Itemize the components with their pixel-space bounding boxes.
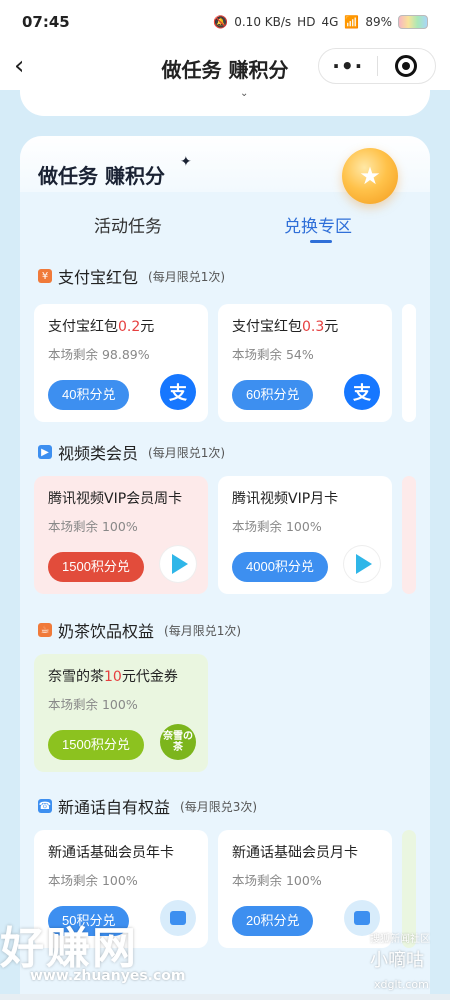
card-remaining: 本场剩余 98.89% xyxy=(48,347,150,362)
section-note: (每月限兑1次) xyxy=(148,445,226,460)
watermark-url: www.zhuanyes.com xyxy=(30,968,186,984)
battery-text: 89% xyxy=(365,15,392,29)
watermark-brand: 小嘀咕 xyxy=(370,950,424,971)
status-bar: 07:45 🔕 0.10 KB/s HD 4G 📶 89% xyxy=(0,0,450,44)
more-dots-icon[interactable]: ·•· xyxy=(319,54,377,78)
redeem-button[interactable]: 4000积分兑 xyxy=(232,552,328,582)
section-title: 视频类会员 xyxy=(58,444,139,463)
watermark-community: 搜狐新闻社区 xyxy=(370,934,430,945)
crown-icon xyxy=(160,900,196,936)
reward-card-peek[interactable] xyxy=(402,304,416,422)
reward-card[interactable]: 奈雪的茶10元代金券 本场剩余 100% 1500积分兑 奈雪の茶 xyxy=(34,654,208,772)
watermark-logo: 好赚网 xyxy=(0,923,138,974)
section-note: (每月限兑1次) xyxy=(148,269,226,284)
card-title: 新通话基础会员月卡 xyxy=(232,845,358,861)
chevron-down-icon: ⌄ xyxy=(240,88,249,99)
panel-title: 做任务 赚积分 xyxy=(38,164,165,188)
card-title: 奈雪的茶10元代金券 xyxy=(48,669,178,685)
section-header: ▶ 视频类会员 (每月限兑1次) xyxy=(38,440,225,464)
card-remaining: 本场剩余 100% xyxy=(48,519,138,534)
alipay-icon: 支 xyxy=(160,374,196,410)
card-remaining: 本场剩余 100% xyxy=(48,697,138,712)
card-title: 支付宝红包0.3元 xyxy=(232,319,339,335)
section-header: ¥ 支付宝红包 (每月限兑1次) xyxy=(38,264,225,288)
reward-card[interactable]: 腾讯视频VIP会员周卡 本场剩余 100% 1500积分兑 xyxy=(34,476,208,594)
section-title: 支付宝红包 xyxy=(58,268,139,287)
video-icon: ▶ xyxy=(38,445,52,459)
top-card: ⌄ xyxy=(20,84,430,116)
section-note: (每月限兑1次) xyxy=(164,623,242,638)
card-title: 支付宝红包0.2元 xyxy=(48,319,155,335)
reward-card[interactable]: 支付宝红包0.3元 本场剩余 54% 60积分兑 支 xyxy=(218,304,392,422)
call-icon: ☎ xyxy=(38,799,52,813)
tab-bar: 活动任务 兑换专区 xyxy=(20,212,430,252)
card-title: 新通话基础会员年卡 xyxy=(48,845,174,861)
reward-card[interactable]: 新通话基础会员月卡 本场剩余 100% 20积分兑 xyxy=(218,830,392,948)
task-panel: 做任务 赚积分 ✦ ★ 活动任务 兑换专区 ¥ 支付宝红包 (每月限兑1次) 支… xyxy=(20,136,430,1000)
tab-activity[interactable]: 活动任务 xyxy=(94,212,162,237)
red-packet-icon: ¥ xyxy=(38,269,52,283)
redeem-button[interactable]: 20积分兑 xyxy=(232,906,314,936)
section-title: 奶茶饮品权益 xyxy=(58,622,155,641)
tencent-video-icon xyxy=(160,546,196,582)
card-title: 腾讯视频VIP月卡 xyxy=(232,491,339,507)
redeem-button[interactable]: 60积分兑 xyxy=(232,380,314,410)
status-time: 07:45 xyxy=(22,13,70,31)
card-remaining: 本场剩余 100% xyxy=(48,873,138,888)
status-icons: 🔕 0.10 KB/s HD 4G 📶 89% xyxy=(213,15,428,29)
watermark-site: xdglt.com xyxy=(374,978,429,991)
redeem-button[interactable]: 1500积分兑 xyxy=(48,730,144,760)
alipay-icon: 支 xyxy=(344,374,380,410)
milk-tea-icon: ☕ xyxy=(38,623,52,637)
card-remaining: 本场剩余 100% xyxy=(232,519,322,534)
star-coin-icon: ★ xyxy=(342,148,398,204)
battery-icon xyxy=(398,15,428,29)
net-speed: 0.10 KB/s xyxy=(234,15,292,29)
redeem-button[interactable]: 40积分兑 xyxy=(48,380,130,410)
tab-active-indicator xyxy=(310,240,332,243)
tab-exchange[interactable]: 兑换专区 xyxy=(284,212,352,237)
redeem-button[interactable]: 1500积分兑 xyxy=(48,552,144,582)
card-title: 腾讯视频VIP会员周卡 xyxy=(48,491,183,507)
mini-program-capsule: ·•· xyxy=(318,48,436,84)
card-remaining: 本场剩余 100% xyxy=(232,873,322,888)
naixue-icon: 奈雪の茶 xyxy=(160,724,196,760)
close-button[interactable] xyxy=(377,55,435,77)
section-header: ☎ 新通话自有权益 (每月限兑3次) xyxy=(38,794,257,818)
tencent-video-icon xyxy=(344,546,380,582)
reward-card[interactable]: 支付宝红包0.2元 本场剩余 98.89% 40积分兑 支 xyxy=(34,304,208,422)
mute-icon: 🔕 xyxy=(213,15,229,29)
section-note: (每月限兑3次) xyxy=(180,799,258,814)
reward-card-peek[interactable] xyxy=(402,476,416,594)
wifi-icon: 📶 xyxy=(344,15,360,29)
section-header: ☕ 奶茶饮品权益 (每月限兑1次) xyxy=(38,618,241,642)
signal-icon: 4G xyxy=(321,15,339,29)
reward-card[interactable]: 腾讯视频VIP月卡 本场剩余 100% 4000积分兑 xyxy=(218,476,392,594)
bottom-edge xyxy=(0,994,450,1000)
sparkle-icon: ✦ xyxy=(180,154,192,170)
card-remaining: 本场剩余 54% xyxy=(232,347,314,362)
target-close-icon xyxy=(395,55,418,77)
section-title: 新通话自有权益 xyxy=(58,798,171,817)
hd-icon: HD xyxy=(297,15,316,29)
